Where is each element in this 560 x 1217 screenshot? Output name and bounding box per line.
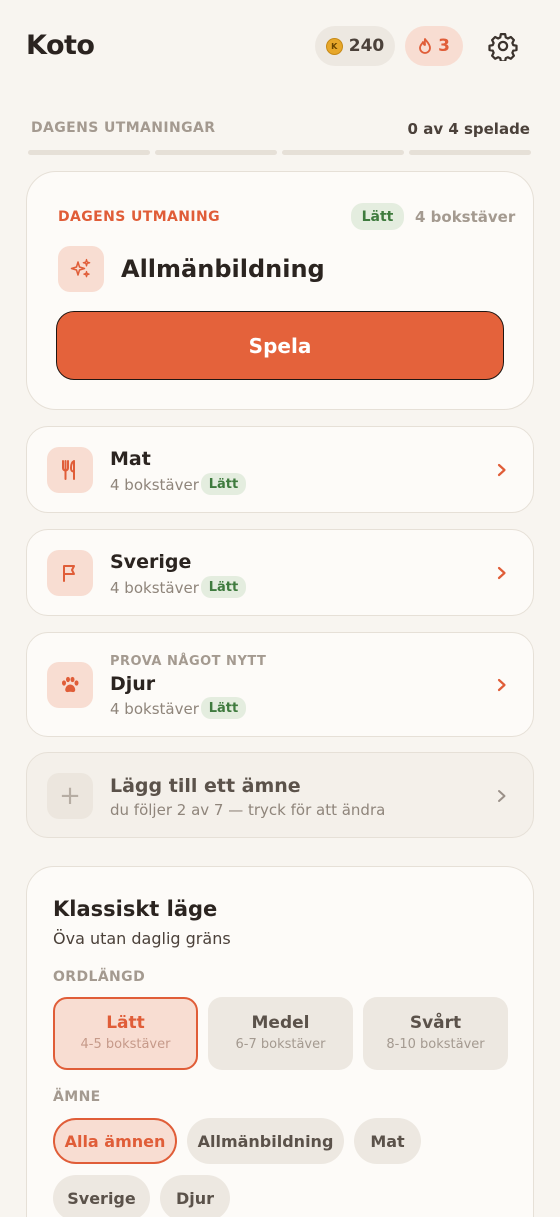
length-option-title: Lätt (106, 1013, 145, 1033)
topic-title: Sverige (110, 551, 192, 573)
sparkles-icon (70, 258, 91, 278)
coin-value: 240 (348, 36, 385, 56)
topic-title: Mat (110, 448, 151, 470)
cutlery-icon (62, 460, 75, 480)
classic-mode-subtitle: Öva utan daglig gräns (53, 929, 231, 948)
difficulty-badge: Lätt (201, 697, 246, 719)
difficulty-badge: Lätt (201, 473, 246, 495)
length-option-title: Medel (251, 1013, 310, 1033)
topic-card-djur[interactable]: PROVA NÅGOT NYTT Djur 4 bokstäver Lätt (26, 632, 534, 737)
daily-challenge-title: Allmänbildning (121, 255, 325, 283)
length-option-range: 4-5 bokstäver (80, 1037, 171, 1052)
topic-kicker: PROVA NÅGOT NYTT (110, 654, 267, 669)
topic-chip-allmanbildning[interactable]: Allmänbildning (187, 1118, 344, 1164)
play-button[interactable]: Spela (56, 311, 504, 380)
plus-icon: + (47, 773, 93, 819)
topic-icon-box (47, 662, 93, 708)
daily-progress-label: DAGENS UTMANINGAR (31, 120, 216, 136)
topic-letter-count: 4 bokstäver (110, 579, 199, 597)
length-option-hard[interactable]: Svårt 8-10 bokstäver (363, 997, 508, 1070)
length-option-title: Svårt (409, 1013, 462, 1033)
coin-icon: K (325, 37, 343, 55)
chevron-right-icon (497, 566, 506, 580)
topic-chip-djur[interactable]: Djur (160, 1175, 230, 1217)
progress-segment (28, 150, 150, 155)
length-option-easy[interactable]: Lätt 4-5 bokstäver (53, 997, 198, 1070)
difficulty-badge: Lätt (351, 203, 404, 230)
topic-icon-box (58, 246, 104, 292)
topic-card-sverige[interactable]: Sverige 4 bokstäver Lätt (26, 529, 534, 616)
topic-filter-label: ÄMNE (53, 1089, 101, 1105)
flame-icon (419, 38, 431, 54)
difficulty-badge: Lätt (201, 576, 246, 598)
app-logo: Koto (26, 30, 95, 61)
length-option-range: 8-10 bokstäver (386, 1037, 485, 1052)
classic-mode-card: Klassiskt läge Öva utan daglig gräns ORD… (26, 866, 534, 1217)
topic-letter-count: 4 bokstäver (110, 700, 199, 718)
topic-icon-box (47, 550, 93, 596)
topic-letter-count: 4 bokstäver (110, 476, 199, 494)
topic-title: Djur (110, 673, 156, 695)
add-topic-title: Lägg till ett ämne (110, 775, 301, 797)
daily-challenge-label: DAGENS UTMANING (58, 209, 221, 225)
progress-segment (282, 150, 404, 155)
word-length-label: ORDLÄNGD (53, 969, 146, 985)
topic-chip-sverige[interactable]: Sverige (53, 1175, 150, 1217)
add-topic-card[interactable]: + Lägg till ett ämne du följer 2 av 7 — … (26, 752, 534, 838)
daily-progress-count: 0 av 4 spelade (407, 120, 530, 138)
topic-chip-mat[interactable]: Mat (354, 1118, 421, 1164)
streak-counter[interactable]: 3 (405, 26, 463, 66)
length-option-range: 6-7 bokstäver (235, 1037, 326, 1052)
add-topic-subtitle: du följer 2 av 7 — tryck för att ändra (110, 801, 386, 819)
daily-challenge-card: DAGENS UTMANING Lätt 4 bokstäver Allmänb… (26, 171, 534, 410)
streak-value: 3 (438, 36, 450, 56)
paw-icon (62, 676, 79, 693)
progress-segment (155, 150, 277, 155)
app-header: Koto K 240 3 (0, 0, 560, 92)
coin-balance[interactable]: K 240 (315, 26, 395, 66)
letter-count: 4 bokstäver (415, 208, 516, 226)
classic-mode-title: Klassiskt läge (53, 897, 218, 921)
progress-segment (409, 150, 531, 155)
length-option-medium[interactable]: Medel 6-7 bokstäver (208, 997, 353, 1070)
flag-icon (63, 565, 75, 582)
settings-gear-icon[interactable] (488, 31, 518, 61)
topic-card-mat[interactable]: Mat 4 bokstäver Lätt (26, 426, 534, 513)
topic-chip-all[interactable]: Alla ämnen (53, 1118, 177, 1164)
daily-progress-bar (28, 150, 531, 155)
topic-icon-box (47, 447, 93, 493)
chevron-right-icon (497, 463, 506, 477)
chevron-right-icon (498, 790, 506, 802)
chevron-right-icon (497, 678, 506, 692)
